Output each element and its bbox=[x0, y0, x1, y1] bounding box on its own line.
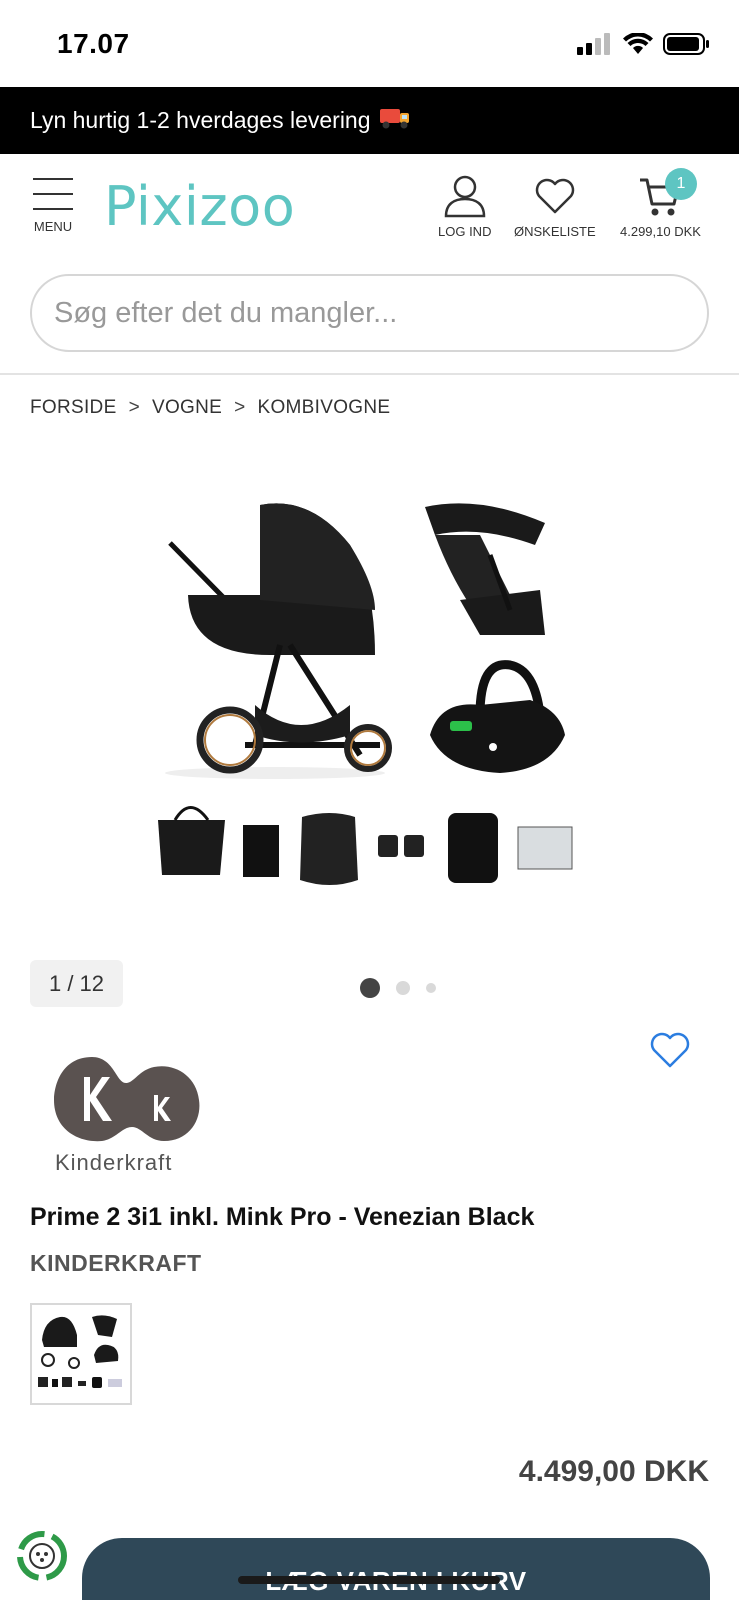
promo-text: Lyn hurtig 1-2 hverdages levering bbox=[30, 107, 371, 133]
battery-icon bbox=[663, 33, 709, 55]
add-to-wishlist-button[interactable] bbox=[648, 1030, 692, 1075]
hamburger-icon bbox=[33, 178, 73, 223]
gallery-pagination bbox=[360, 978, 436, 998]
logo-text: Pixizoo bbox=[104, 174, 296, 238]
search-bar[interactable] bbox=[30, 274, 709, 352]
user-icon bbox=[444, 175, 485, 218]
promo-banner: Lyn hurtig 1-2 hverdages levering bbox=[0, 87, 739, 154]
seat-unit-illustration bbox=[425, 503, 545, 635]
wishlist-button[interactable]: ØNSKELISTE bbox=[514, 174, 596, 239]
product-image[interactable] bbox=[150, 495, 590, 915]
recycle-icon[interactable] bbox=[14, 1528, 70, 1584]
image-counter: 1 / 12 bbox=[30, 960, 123, 1007]
car-seat-illustration bbox=[430, 660, 565, 773]
breadcrumb-separator: > bbox=[234, 397, 246, 418]
search-input[interactable] bbox=[54, 296, 707, 330]
login-label: LOG IND bbox=[438, 224, 492, 239]
breadcrumb-kombivogne[interactable]: KOMBIVOGNE bbox=[258, 397, 391, 419]
menu-button[interactable]: MENU bbox=[30, 178, 76, 234]
cart-total: 4.299,10 DKK bbox=[620, 224, 701, 239]
header-divider bbox=[0, 373, 739, 375]
heart-outline-icon bbox=[650, 1032, 690, 1068]
cart-count-badge: 1 bbox=[664, 168, 697, 200]
pagination-dot-2[interactable] bbox=[396, 981, 410, 995]
variant-thumbnail[interactable] bbox=[30, 1303, 132, 1405]
breadcrumb-forside[interactable]: FORSIDE bbox=[30, 397, 117, 419]
product-title: Prime 2 3i1 inkl. Mink Pro - Venezian Bl… bbox=[30, 1203, 535, 1231]
add-to-cart-button[interactable]: LÆG VAREN I KURV bbox=[82, 1538, 710, 1600]
status-bar: 17.07 bbox=[0, 0, 739, 87]
delivery-truck-icon bbox=[379, 105, 411, 136]
home-indicator bbox=[238, 1576, 500, 1584]
wifi-icon bbox=[623, 33, 653, 54]
status-time: 17.07 bbox=[57, 28, 130, 59]
brand-logo-text: Kinderkraft bbox=[55, 1150, 173, 1175]
variant-thumbnail-image bbox=[38, 1315, 122, 1388]
site-logo[interactable]: Pixizoo bbox=[104, 174, 296, 238]
cart-button[interactable]: 1 4.299,10 DKK bbox=[620, 168, 701, 239]
heart-icon bbox=[535, 178, 574, 214]
product-price: 4.499,00 DKK bbox=[518, 1455, 709, 1488]
site-header: MENU Pixizoo LOG IND ØNSKELISTE 1 4.299,… bbox=[0, 154, 739, 254]
pagination-dot-1[interactable] bbox=[360, 978, 380, 998]
pagination-dot-3[interactable] bbox=[426, 983, 436, 993]
cellular-signal-icon bbox=[577, 33, 610, 55]
accessories-illustration bbox=[158, 806, 573, 885]
breadcrumb: FORSIDE > VOGNE > KOMBIVOGNE bbox=[30, 397, 390, 419]
status-icons bbox=[577, 32, 711, 56]
login-button[interactable]: LOG IND bbox=[438, 174, 491, 239]
pram-illustration bbox=[165, 503, 392, 779]
breadcrumb-vogne[interactable]: VOGNE bbox=[152, 397, 222, 419]
menu-label: MENU bbox=[33, 219, 73, 234]
product-brand[interactable]: KINDERKRAFT bbox=[30, 1250, 202, 1277]
breadcrumb-separator: > bbox=[128, 397, 140, 418]
wishlist-label: ØNSKELISTE bbox=[514, 224, 596, 239]
